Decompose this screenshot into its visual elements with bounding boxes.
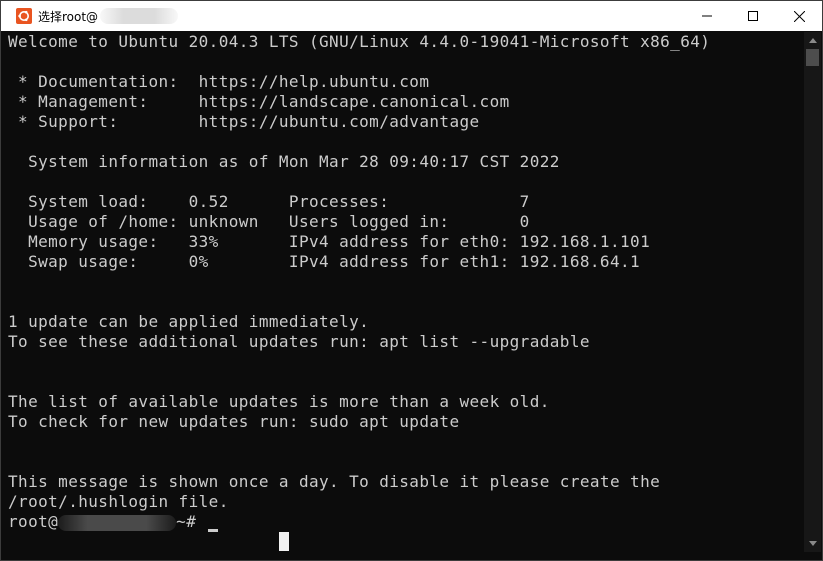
window-title: 选择root@	[38, 9, 99, 24]
minimize-icon	[702, 15, 712, 17]
terminal-window: 选择root@ Welcome to Ubuntu 20.04.3 LTS (G…	[0, 0, 823, 561]
text-cursor	[208, 529, 219, 532]
terminal-line: To check for new updates run: sudo apt u…	[8, 412, 460, 431]
close-icon	[793, 10, 805, 22]
minimize-button[interactable]	[684, 1, 730, 31]
scrollbar-thumb[interactable]	[806, 49, 819, 66]
redacted-hostname	[58, 514, 177, 531]
terminal-line: Welcome to Ubuntu 20.04.3 LTS (GNU/Linux…	[8, 32, 711, 51]
chevron-down-icon	[808, 541, 817, 546]
maximize-button[interactable]	[730, 1, 776, 31]
terminal-line: Usage of /home: unknown Users logged in:…	[8, 212, 530, 231]
title-bar[interactable]: 选择root@	[1, 1, 822, 31]
terminal-line: The list of available updates is more th…	[8, 392, 550, 411]
terminal-line: * Support: https://ubuntu.com/advantage	[8, 112, 480, 131]
terminal-line: Memory usage: 33% IPv4 address for eth0:…	[8, 232, 651, 251]
ubuntu-icon	[16, 8, 32, 24]
mouse-text-caret	[279, 532, 289, 551]
terminal-line: System load: 0.52 Processes: 7	[8, 192, 530, 211]
maximize-icon	[748, 11, 758, 21]
terminal-line: This message is shown once a day. To dis…	[8, 472, 661, 491]
terminal-line: Swap usage: 0% IPv4 address for eth1: 19…	[8, 252, 641, 271]
prompt-user: root@	[8, 512, 59, 531]
terminal-line: 1 update can be applied immediately.	[8, 312, 370, 331]
terminal-line: * Management: https://landscape.canonica…	[8, 92, 510, 111]
scroll-down-button[interactable]	[804, 535, 821, 552]
shell-prompt[interactable]: root@ ~#	[8, 512, 793, 532]
prompt-path: ~#	[176, 512, 207, 531]
chevron-up-icon	[808, 38, 817, 43]
terminal-line: To see these additional updates run: apt…	[8, 332, 590, 351]
window-controls	[684, 1, 822, 31]
scroll-up-button[interactable]	[804, 32, 821, 49]
terminal-line: System information as of Mon Mar 28 09:4…	[8, 152, 560, 171]
vertical-scrollbar[interactable]	[804, 32, 821, 552]
redacted-hostname	[100, 8, 179, 24]
close-button[interactable]	[776, 1, 822, 31]
terminal-output[interactable]: Welcome to Ubuntu 20.04.3 LTS (GNU/Linux…	[8, 32, 793, 552]
terminal-line: * Documentation: https://help.ubuntu.com	[8, 72, 430, 91]
terminal-line: /root/.hushlogin file.	[8, 492, 229, 511]
